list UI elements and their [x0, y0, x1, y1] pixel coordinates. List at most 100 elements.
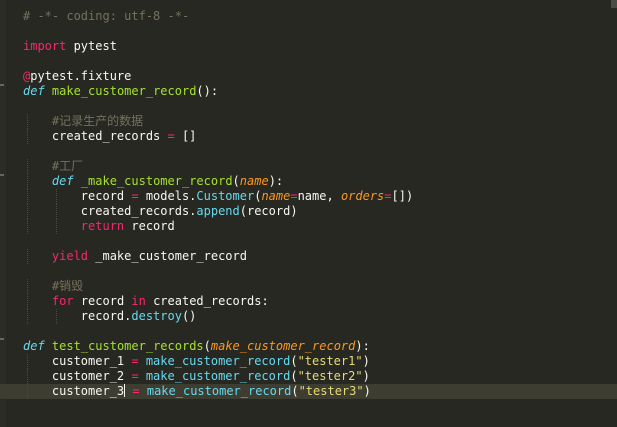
code-line[interactable]: customer_3 = make_customer_record("teste…: [0, 384, 617, 399]
code-token: name: [239, 174, 269, 188]
code-line[interactable]: [23, 99, 617, 114]
code-token: (: [203, 339, 211, 353]
code-token: _make_customer_record: [88, 249, 247, 263]
code-token: customer_1: [23, 354, 132, 368]
code-token: def: [23, 84, 45, 98]
code-line[interactable]: # -*- coding: utf-8 -*-: [23, 9, 617, 24]
code-line[interactable]: #记录生产的数据: [23, 114, 617, 129]
code-token: yield: [51, 249, 89, 263]
code-line[interactable]: return record: [23, 219, 617, 234]
gutter-marker: [0, 174, 4, 176]
indent-guide: [27, 204, 29, 219]
code-line[interactable]: def make_customer_record():: [23, 84, 617, 99]
code-line[interactable]: for record in created_records:: [23, 294, 617, 309]
code-token: return: [80, 219, 125, 233]
code-token: =: [384, 189, 392, 203]
code-token: ():: [196, 84, 219, 98]
code-token: customer_2: [23, 369, 132, 383]
indent-guide: [55, 189, 58, 204]
code-line[interactable]: [23, 54, 617, 69]
code-line[interactable]: [23, 264, 617, 279]
indent-guide: [27, 249, 29, 264]
indent-guide: [55, 309, 58, 324]
code-token: =: [131, 189, 139, 203]
code-line[interactable]: [23, 144, 617, 159]
code-token: ): [362, 369, 370, 383]
code-token: orders: [340, 189, 385, 203]
scrollbar-thumb[interactable]: [611, 0, 617, 8]
code-line[interactable]: import pytest: [23, 39, 617, 54]
code-token: created_records: [23, 129, 168, 143]
code-token: #工厂: [51, 159, 84, 173]
code-line[interactable]: #工厂: [23, 159, 617, 174]
indent-guide: [27, 174, 29, 189]
code-line[interactable]: yield _make_customer_record: [23, 249, 617, 264]
code-token: record: [73, 294, 132, 308]
code-token: make_customer_record: [138, 354, 291, 368]
code-token: test_customer_records: [51, 339, 204, 353]
code-token: created_records:: [145, 294, 269, 308]
code-token: models.: [138, 189, 197, 203]
code-token: #销毁: [51, 279, 84, 293]
code-token: []): [391, 189, 414, 203]
code-token: # -*- coding: utf-8 -*-: [23, 9, 190, 23]
indent-guide: [27, 294, 29, 309]
code-line[interactable]: created_records = []: [23, 129, 617, 144]
line-gutter: [0, 0, 6, 427]
code-line[interactable]: [23, 324, 617, 339]
code-token: "tester1": [297, 354, 363, 368]
code-token: make_customer_record: [138, 369, 291, 383]
indent-guide: [27, 129, 29, 144]
code-line[interactable]: [23, 234, 617, 249]
code-token: "tester2": [297, 369, 363, 383]
code-token: "tester3": [298, 384, 364, 398]
code-token: (: [291, 384, 299, 398]
indent-guide: [27, 279, 29, 294]
code-token: (: [290, 369, 298, 383]
indent-guide: [55, 204, 58, 219]
code-token: def: [23, 339, 45, 353]
code-line[interactable]: def test_customer_records(make_customer_…: [23, 339, 617, 354]
code-token: []: [174, 129, 197, 143]
gutter-marker: [0, 84, 4, 86]
code-token: Customer: [196, 189, 255, 203]
indent-guide: [27, 189, 29, 204]
code-line[interactable]: record = models.Customer(name=name, orde…: [23, 189, 617, 204]
code-token: destroy: [131, 309, 182, 323]
code-line[interactable]: created_records.append(record): [23, 204, 617, 219]
code-line[interactable]: def _make_customer_record(name):: [23, 174, 617, 189]
indent-guide: [27, 354, 29, 369]
code-token: name: [261, 189, 291, 203]
code-area[interactable]: # -*- coding: utf-8 -*- import pytest @pyt…: [0, 9, 617, 399]
code-token: =: [131, 354, 139, 368]
code-line[interactable]: #销毁: [23, 279, 617, 294]
indent-guide: [27, 384, 29, 399]
code-token: =: [167, 129, 175, 143]
code-line[interactable]: customer_1 = make_customer_record("teste…: [23, 354, 617, 369]
code-token: ):: [355, 339, 370, 353]
code-token: ):: [268, 174, 284, 188]
indent-guide: [27, 309, 29, 324]
code-editor[interactable]: # -*- coding: utf-8 -*- import pytest @pyt…: [0, 0, 617, 427]
code-token: ): [363, 384, 371, 398]
code-line[interactable]: record.destroy(): [23, 309, 617, 324]
code-token: (: [232, 174, 240, 188]
code-token: import: [23, 39, 67, 53]
code-token: record.: [23, 309, 132, 323]
code-token: make_customer_record: [210, 339, 356, 353]
code-token: pytest.fixture: [30, 69, 132, 83]
code-token: in: [131, 294, 146, 308]
code-token: (): [181, 309, 197, 323]
code-line[interactable]: customer_2 = make_customer_record("teste…: [23, 369, 617, 384]
code-token: pytest: [66, 39, 117, 53]
code-token: ): [362, 354, 370, 368]
indent-guide: [27, 114, 29, 129]
indent-guide: [27, 369, 29, 384]
code-token: make_customer_record: [51, 84, 197, 98]
code-line[interactable]: @pytest.fixture: [23, 69, 617, 84]
code-line[interactable]: [23, 24, 617, 39]
